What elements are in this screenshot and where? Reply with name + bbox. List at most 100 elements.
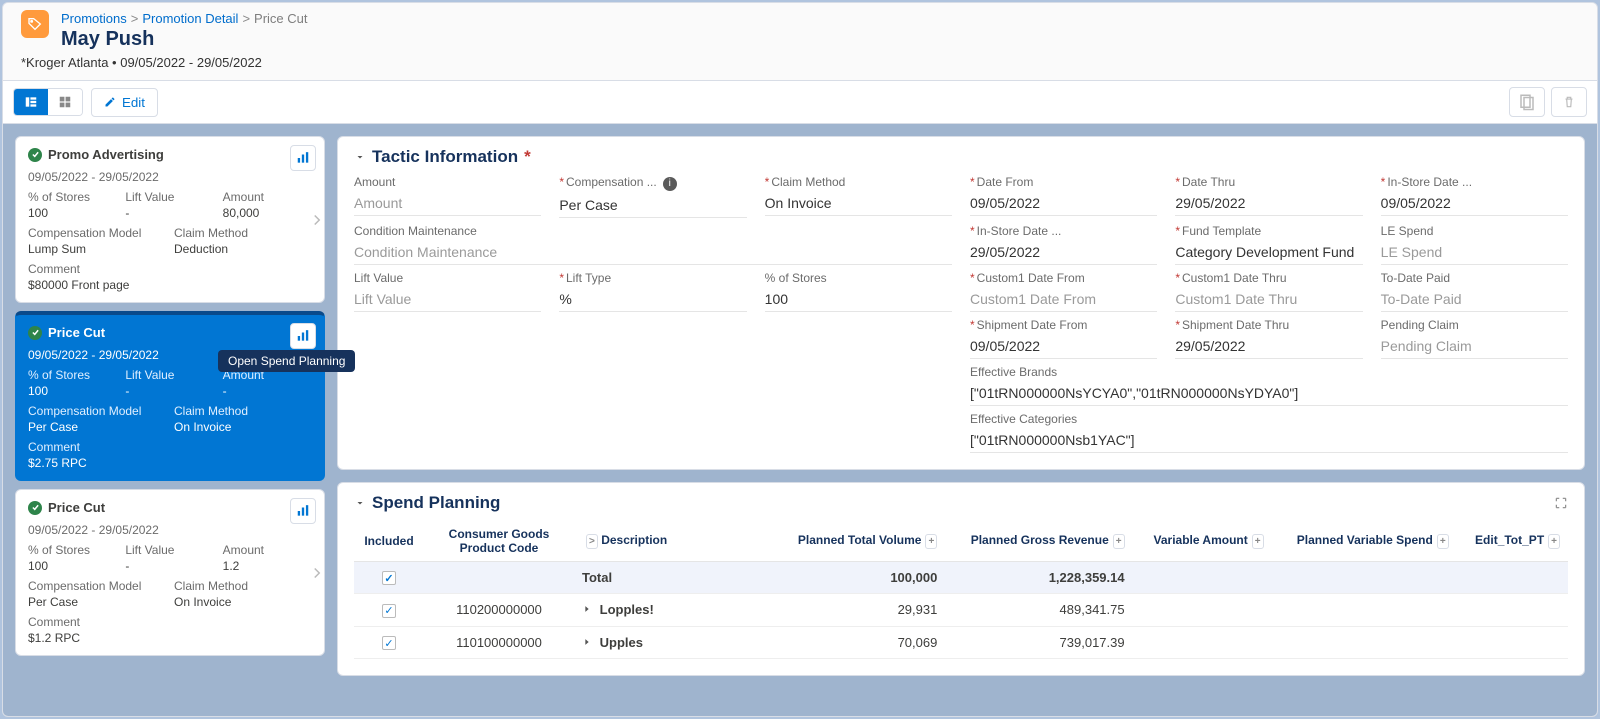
grid-view-button[interactable]: [48, 89, 82, 115]
sort-icon[interactable]: +: [1437, 534, 1449, 549]
tactic-name: Price Cut: [48, 500, 105, 515]
tactic-name: Promo Advertising: [48, 147, 164, 162]
field-compensation: *Compensation ...i Per Case: [559, 175, 746, 218]
col-ptv[interactable]: Planned Total Volume+: [774, 521, 945, 562]
cell-code: [424, 561, 574, 594]
toolbar-action-2[interactable]: [1551, 87, 1587, 117]
field-claim-method: *Claim Method On Invoice: [765, 175, 952, 218]
cell-ptv: 70,069: [774, 626, 945, 659]
col-ett[interactable]: Edit_Tot_PT+: [1457, 521, 1568, 562]
cell-ptv: 29,931: [774, 594, 945, 627]
field-effective-categories: Effective Categories ["01tRN000000Nsb1YA…: [970, 412, 1568, 453]
bar-chart-icon: [296, 504, 310, 518]
cell-pgr: 489,341.75: [945, 594, 1132, 627]
col-desc[interactable]: > Description: [574, 521, 774, 562]
expand-panel-button[interactable]: [1554, 496, 1568, 510]
cell-code: 110100000000: [424, 626, 574, 659]
col-pgr[interactable]: Planned Gross Revenue+: [945, 521, 1132, 562]
breadcrumb-promotions[interactable]: Promotions: [61, 11, 127, 26]
bar-chart-icon: [296, 151, 310, 165]
field-custom1-thru: *Custom1 Date Thru Custom1 Date Thru: [1175, 271, 1362, 312]
sort-icon[interactable]: +: [1252, 534, 1264, 549]
tactic-card[interactable]: Promo Advertising 09/05/2022 - 29/05/202…: [15, 136, 325, 303]
spend-planning-panel: Spend Planning Included Consumer Goods P…: [337, 482, 1585, 677]
card-view-icon: [24, 95, 38, 109]
field-custom1-from: *Custom1 Date From Custom1 Date From: [970, 271, 1157, 312]
status-ok-icon: [28, 501, 42, 515]
tactic-list: Promo Advertising 09/05/2022 - 29/05/202…: [15, 136, 325, 704]
field-shipment-from: *Shipment Date From 09/05/2022: [970, 318, 1157, 359]
cell-ptv: 100,000: [774, 561, 945, 594]
toolbar-action-1[interactable]: [1509, 87, 1545, 117]
cell-desc: Upples: [574, 626, 774, 659]
table-row[interactable]: Total 100,000 1,228,359.14: [354, 561, 1568, 594]
tactic-name: Price Cut: [48, 325, 105, 340]
col-code[interactable]: Consumer Goods Product Code: [424, 521, 574, 562]
tactic-information-panel: Tactic Information * Amount Amount *Comp…: [337, 136, 1585, 470]
col-va[interactable]: Variable Amount+: [1133, 521, 1272, 562]
toolbar: Edit: [3, 81, 1597, 124]
cell-desc: Lopples!: [574, 594, 774, 627]
field-le-spend: LE Spend LE Spend: [1381, 224, 1568, 265]
status-ok-icon: [28, 326, 42, 340]
view-switch: [13, 88, 83, 116]
field-lift-value: Lift Value Lift Value: [354, 271, 541, 312]
included-checkbox[interactable]: [382, 604, 396, 618]
expand-icon: [1554, 496, 1568, 510]
field-lift-type: *Lift Type %: [559, 271, 746, 312]
field-condition-maintenance: Condition Maintenance Condition Maintena…: [354, 224, 952, 265]
included-checkbox[interactable]: [382, 636, 396, 650]
cell-pgr: 1,228,359.14: [945, 561, 1132, 594]
field-instore-from: *In-Store Date ... 09/05/2022: [1381, 175, 1568, 218]
pencil-icon: [104, 96, 116, 108]
tactic-information-title: Tactic Information: [372, 147, 518, 167]
doc-icon: [1518, 93, 1536, 111]
collapse-icon[interactable]: [354, 151, 366, 163]
row-expand-icon[interactable]: [582, 604, 592, 614]
page-header: Promotions > Promotion Detail > Price Cu…: [3, 3, 1597, 81]
col-included[interactable]: Included: [354, 521, 424, 562]
promotion-tag-icon: [21, 10, 49, 38]
spend-planning-title: Spend Planning: [372, 493, 500, 513]
sort-icon[interactable]: +: [1113, 534, 1125, 549]
sort-icon[interactable]: +: [925, 534, 937, 549]
edit-button[interactable]: Edit: [91, 88, 158, 117]
table-row[interactable]: 110200000000 Lopples! 29,931 489,341.75: [354, 594, 1568, 627]
field-effective-brands: Effective Brands ["01tRN000000NsYCYA0","…: [970, 365, 1568, 406]
expand-col-icon[interactable]: >: [586, 534, 598, 549]
breadcrumb-current: Price Cut: [254, 11, 307, 26]
open-spend-planning-button[interactable]: [290, 323, 316, 349]
field-todate-paid: To-Date Paid To-Date Paid: [1381, 271, 1568, 312]
collapse-icon[interactable]: [354, 497, 366, 509]
page-title: May Push: [61, 28, 308, 51]
row-expand-icon[interactable]: [582, 637, 592, 647]
cell-pgr: 739,017.39: [945, 626, 1132, 659]
tactic-dates: 09/05/2022 - 29/05/2022: [28, 170, 312, 184]
field-date-thru: *Date Thru 29/05/2022: [1175, 175, 1362, 218]
grid-view-icon: [58, 95, 72, 109]
open-spend-planning-button[interactable]: [290, 145, 316, 171]
edit-button-label: Edit: [122, 95, 145, 110]
chevron-right-icon: [308, 211, 325, 229]
open-spend-planning-button[interactable]: [290, 498, 316, 524]
trash-icon: [1562, 95, 1576, 109]
field-instore-thru: *In-Store Date ... 29/05/2022: [970, 224, 1157, 265]
breadcrumb-detail[interactable]: Promotion Detail: [142, 11, 238, 26]
page-subtitle: *Kroger Atlanta • 09/05/2022 - 29/05/202…: [21, 55, 1579, 70]
tactic-card[interactable]: Price Cut 09/05/2022 - 29/05/2022 % of S…: [15, 311, 325, 481]
col-pvs[interactable]: Planned Variable Spend+: [1272, 521, 1457, 562]
bar-chart-icon: [296, 329, 310, 343]
status-ok-icon: [28, 148, 42, 162]
tactic-card[interactable]: Price Cut 09/05/2022 - 29/05/2022 % of S…: [15, 489, 325, 656]
chevron-right-icon: [308, 564, 325, 582]
sort-icon[interactable]: +: [1548, 534, 1560, 549]
tactic-dates: 09/05/2022 - 29/05/2022: [28, 523, 312, 537]
field-date-from: *Date From 09/05/2022: [970, 175, 1157, 218]
card-view-button[interactable]: [14, 89, 48, 115]
field-fund-template: *Fund Template Category Development Fund: [1175, 224, 1362, 265]
included-checkbox[interactable]: [382, 571, 396, 585]
cell-code: 110200000000: [424, 594, 574, 627]
breadcrumb: Promotions > Promotion Detail > Price Cu…: [61, 11, 308, 26]
table-row[interactable]: 110100000000 Upples 70,069 739,017.39: [354, 626, 1568, 659]
info-icon[interactable]: i: [663, 177, 677, 191]
